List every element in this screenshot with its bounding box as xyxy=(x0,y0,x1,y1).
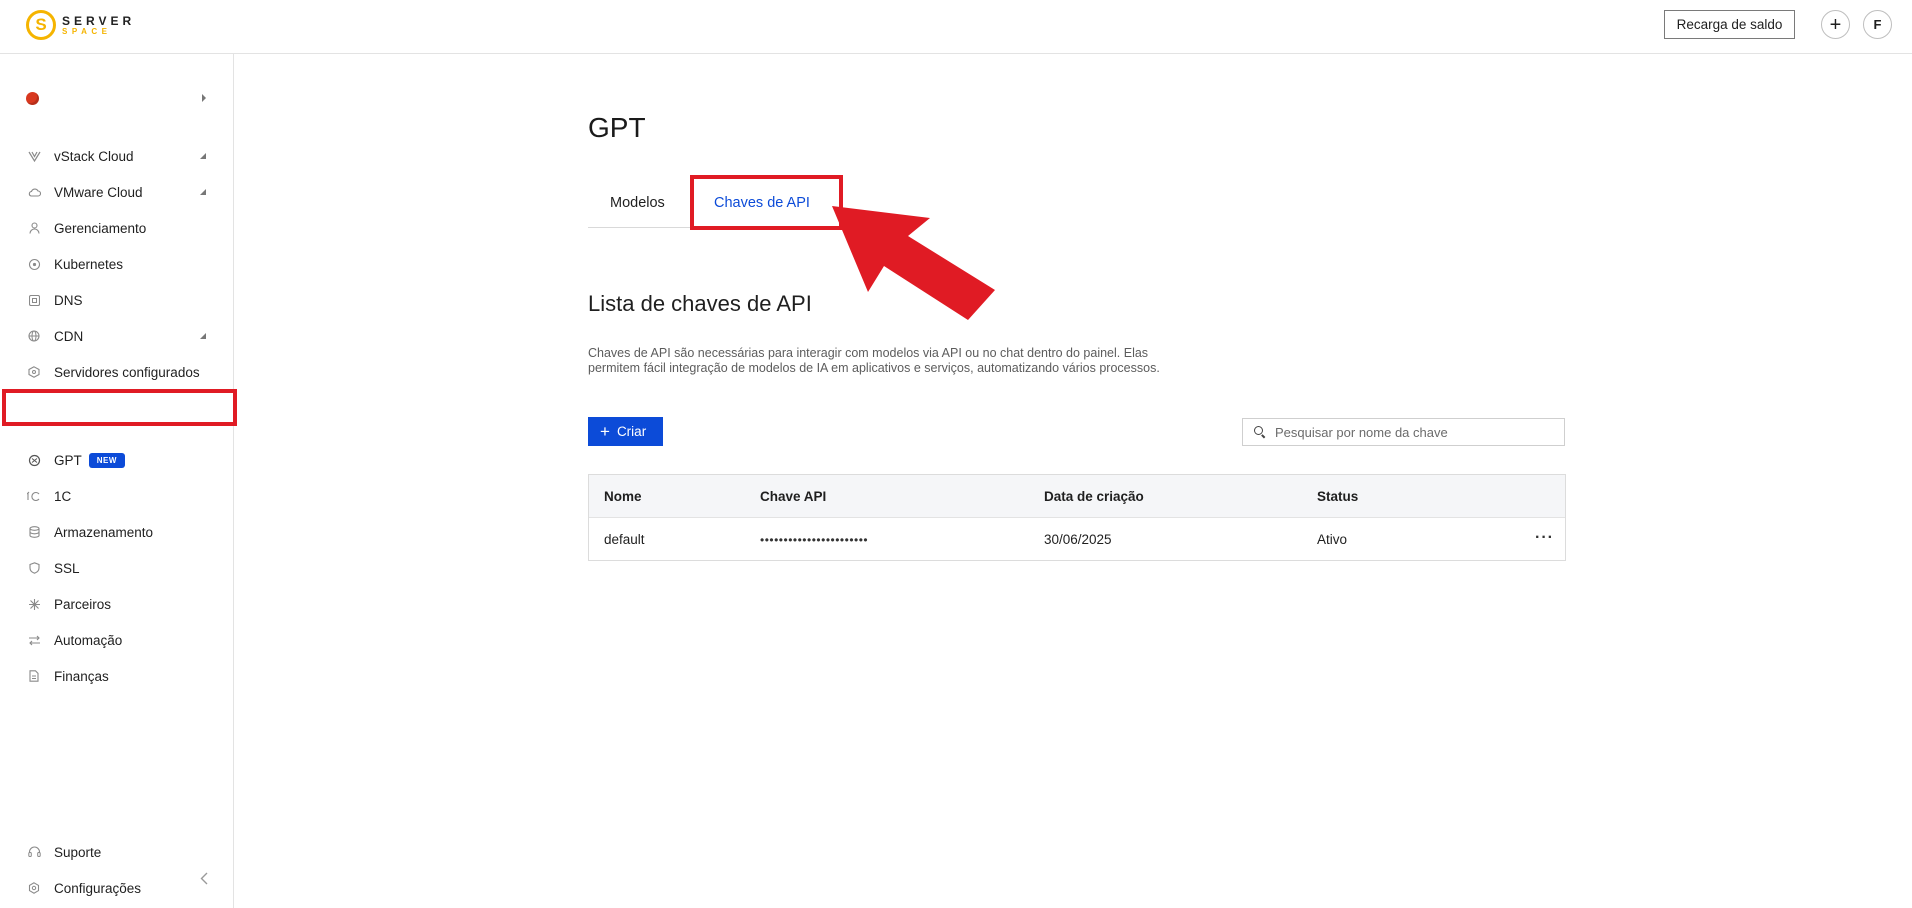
partners-icon xyxy=(27,597,41,611)
create-button-label: Criar xyxy=(616,424,647,439)
sidebar-item-label: VMware Cloud xyxy=(54,184,143,200)
search-icon xyxy=(1254,426,1266,438)
api-keys-table: Nome Chave API Data de criação Status de… xyxy=(588,474,1566,561)
column-header-nome: Nome xyxy=(604,489,642,504)
sidebar-item-label: Armazenamento xyxy=(54,524,154,540)
kubernetes-icon xyxy=(27,257,41,271)
add-button[interactable]: + xyxy=(1821,10,1850,39)
vstack-icon xyxy=(27,149,41,163)
top-header: S SERVER SPACE Recarga de saldo + F xyxy=(0,0,1912,54)
logo-text-bottom: SPACE xyxy=(62,26,112,36)
plus-icon: + xyxy=(600,422,610,441)
gear-icon xyxy=(27,881,41,895)
shield-icon xyxy=(27,561,41,575)
row-status: Ativo xyxy=(1317,532,1348,547)
expand-caret-icon xyxy=(200,333,206,339)
user-icon xyxy=(27,221,41,235)
cloud-icon xyxy=(27,185,41,199)
sidebar-item-label: DNS xyxy=(54,292,83,308)
tab-highlight-box xyxy=(690,175,843,230)
column-header-data-criacao: Data de criação xyxy=(1044,489,1144,504)
search-box[interactable] xyxy=(1242,418,1565,446)
sidebar-item-kubernetes[interactable]: Kubernetes xyxy=(0,248,234,280)
document-icon xyxy=(27,669,41,683)
topup-balance-button[interactable]: Recarga de saldo xyxy=(1664,10,1795,39)
tab-modelos[interactable]: Modelos xyxy=(610,195,665,211)
sidebar-item-label: Automação xyxy=(54,632,123,648)
page-title: GPT xyxy=(588,112,646,143)
sidebar-item-servidores-configurados[interactable]: Servidores configurados xyxy=(0,356,234,388)
row-more-actions-icon[interactable]: ··· xyxy=(1535,529,1554,547)
sidebar-item-1c[interactable]: 1C xyxy=(0,480,234,512)
sidebar-item-cdn[interactable]: CDN xyxy=(0,320,234,352)
automation-icon xyxy=(27,633,41,647)
column-header-chave-api: Chave API xyxy=(760,489,827,504)
sidebar-item-gerenciamento[interactable]: Gerenciamento xyxy=(0,212,234,244)
dns-icon xyxy=(27,293,41,307)
sidebar-item-label: SSL xyxy=(54,560,80,576)
headset-icon xyxy=(27,845,41,859)
sidebar-item-label: CDN xyxy=(54,328,84,344)
create-key-button[interactable]: + Criar xyxy=(588,417,663,446)
sidebar-item-label: Kubernetes xyxy=(54,256,124,272)
serverspace-logo[interactable]: S SERVER SPACE xyxy=(26,10,135,40)
sidebar-item-label: vStack Cloud xyxy=(54,148,134,164)
logo-text-top: SERVER xyxy=(62,13,136,28)
sidebar-item-automacao[interactable]: Automação xyxy=(0,624,234,656)
row-api-key: ••••••••••••••••••••••• xyxy=(760,533,869,547)
sidebar-item-label: 1C xyxy=(54,488,72,504)
row-name: default xyxy=(604,532,645,547)
gpt-icon xyxy=(27,453,41,467)
red-arrow-annotation xyxy=(832,206,995,320)
collapse-sidebar-button[interactable] xyxy=(200,872,208,890)
sidebar-item-dns[interactable]: DNS xyxy=(0,284,234,316)
gpt-highlight-box xyxy=(2,389,237,426)
search-input[interactable] xyxy=(1275,424,1555,440)
sidebar-item-gpt[interactable]: GPT NEW xyxy=(0,444,234,476)
sidebar: vStack Cloud VMware Cloud Gerenciamento … xyxy=(0,54,237,908)
storage-icon xyxy=(27,525,41,539)
sidebar-item-label: Servidores configurados xyxy=(54,364,200,380)
sidebar-item-parceiros[interactable]: Parceiros xyxy=(0,588,234,620)
sidebar-item-configuracoes[interactable]: Configurações xyxy=(0,872,234,904)
sidebar-item-suporte[interactable]: Suporte xyxy=(0,836,234,868)
plus-icon: + xyxy=(1829,13,1842,36)
sidebar-item-vstack-cloud[interactable]: vStack Cloud xyxy=(0,140,234,172)
sidebar-item-label: Configurações xyxy=(54,880,142,896)
sidebar-item-label: Finanças xyxy=(54,668,109,684)
sidebar-item-label: Suporte xyxy=(54,844,102,860)
user-avatar[interactable]: F xyxy=(1863,10,1892,39)
expand-caret-icon xyxy=(200,189,206,195)
sidebar-item-ssl[interactable]: SSL xyxy=(0,552,234,584)
row-created-date: 30/06/2025 xyxy=(1044,532,1112,547)
expand-caret-icon xyxy=(200,153,206,159)
sidebar-item-label: Gerenciamento xyxy=(54,220,147,236)
sidebar-item-armazenamento[interactable]: Armazenamento xyxy=(0,516,234,548)
logo-text: SERVER SPACE xyxy=(62,15,135,36)
logo-icon: S xyxy=(26,10,56,40)
server-icon xyxy=(27,365,41,379)
table-row: default ••••••••••••••••••••••• 30/06/20… xyxy=(589,518,1565,561)
section-description: Chaves de API são necessárias para inter… xyxy=(588,346,1160,375)
globe-icon xyxy=(27,329,41,343)
sidebar-item-financas[interactable]: Finanças xyxy=(0,660,234,692)
sidebar-item-label: Parceiros xyxy=(54,596,112,612)
chevron-right-icon xyxy=(202,94,206,102)
sidebar-item-vmware-cloud[interactable]: VMware Cloud xyxy=(0,176,234,208)
section-title: Lista de chaves de API xyxy=(588,291,812,316)
column-header-status: Status xyxy=(1317,489,1359,504)
sidebar-item-label: GPT xyxy=(54,452,82,468)
project-selector[interactable] xyxy=(26,87,206,109)
table-header: Nome Chave API Data de criação Status xyxy=(589,475,1565,518)
project-avatar-icon xyxy=(26,91,39,105)
onec-icon xyxy=(27,489,41,503)
new-badge: NEW xyxy=(88,452,125,468)
